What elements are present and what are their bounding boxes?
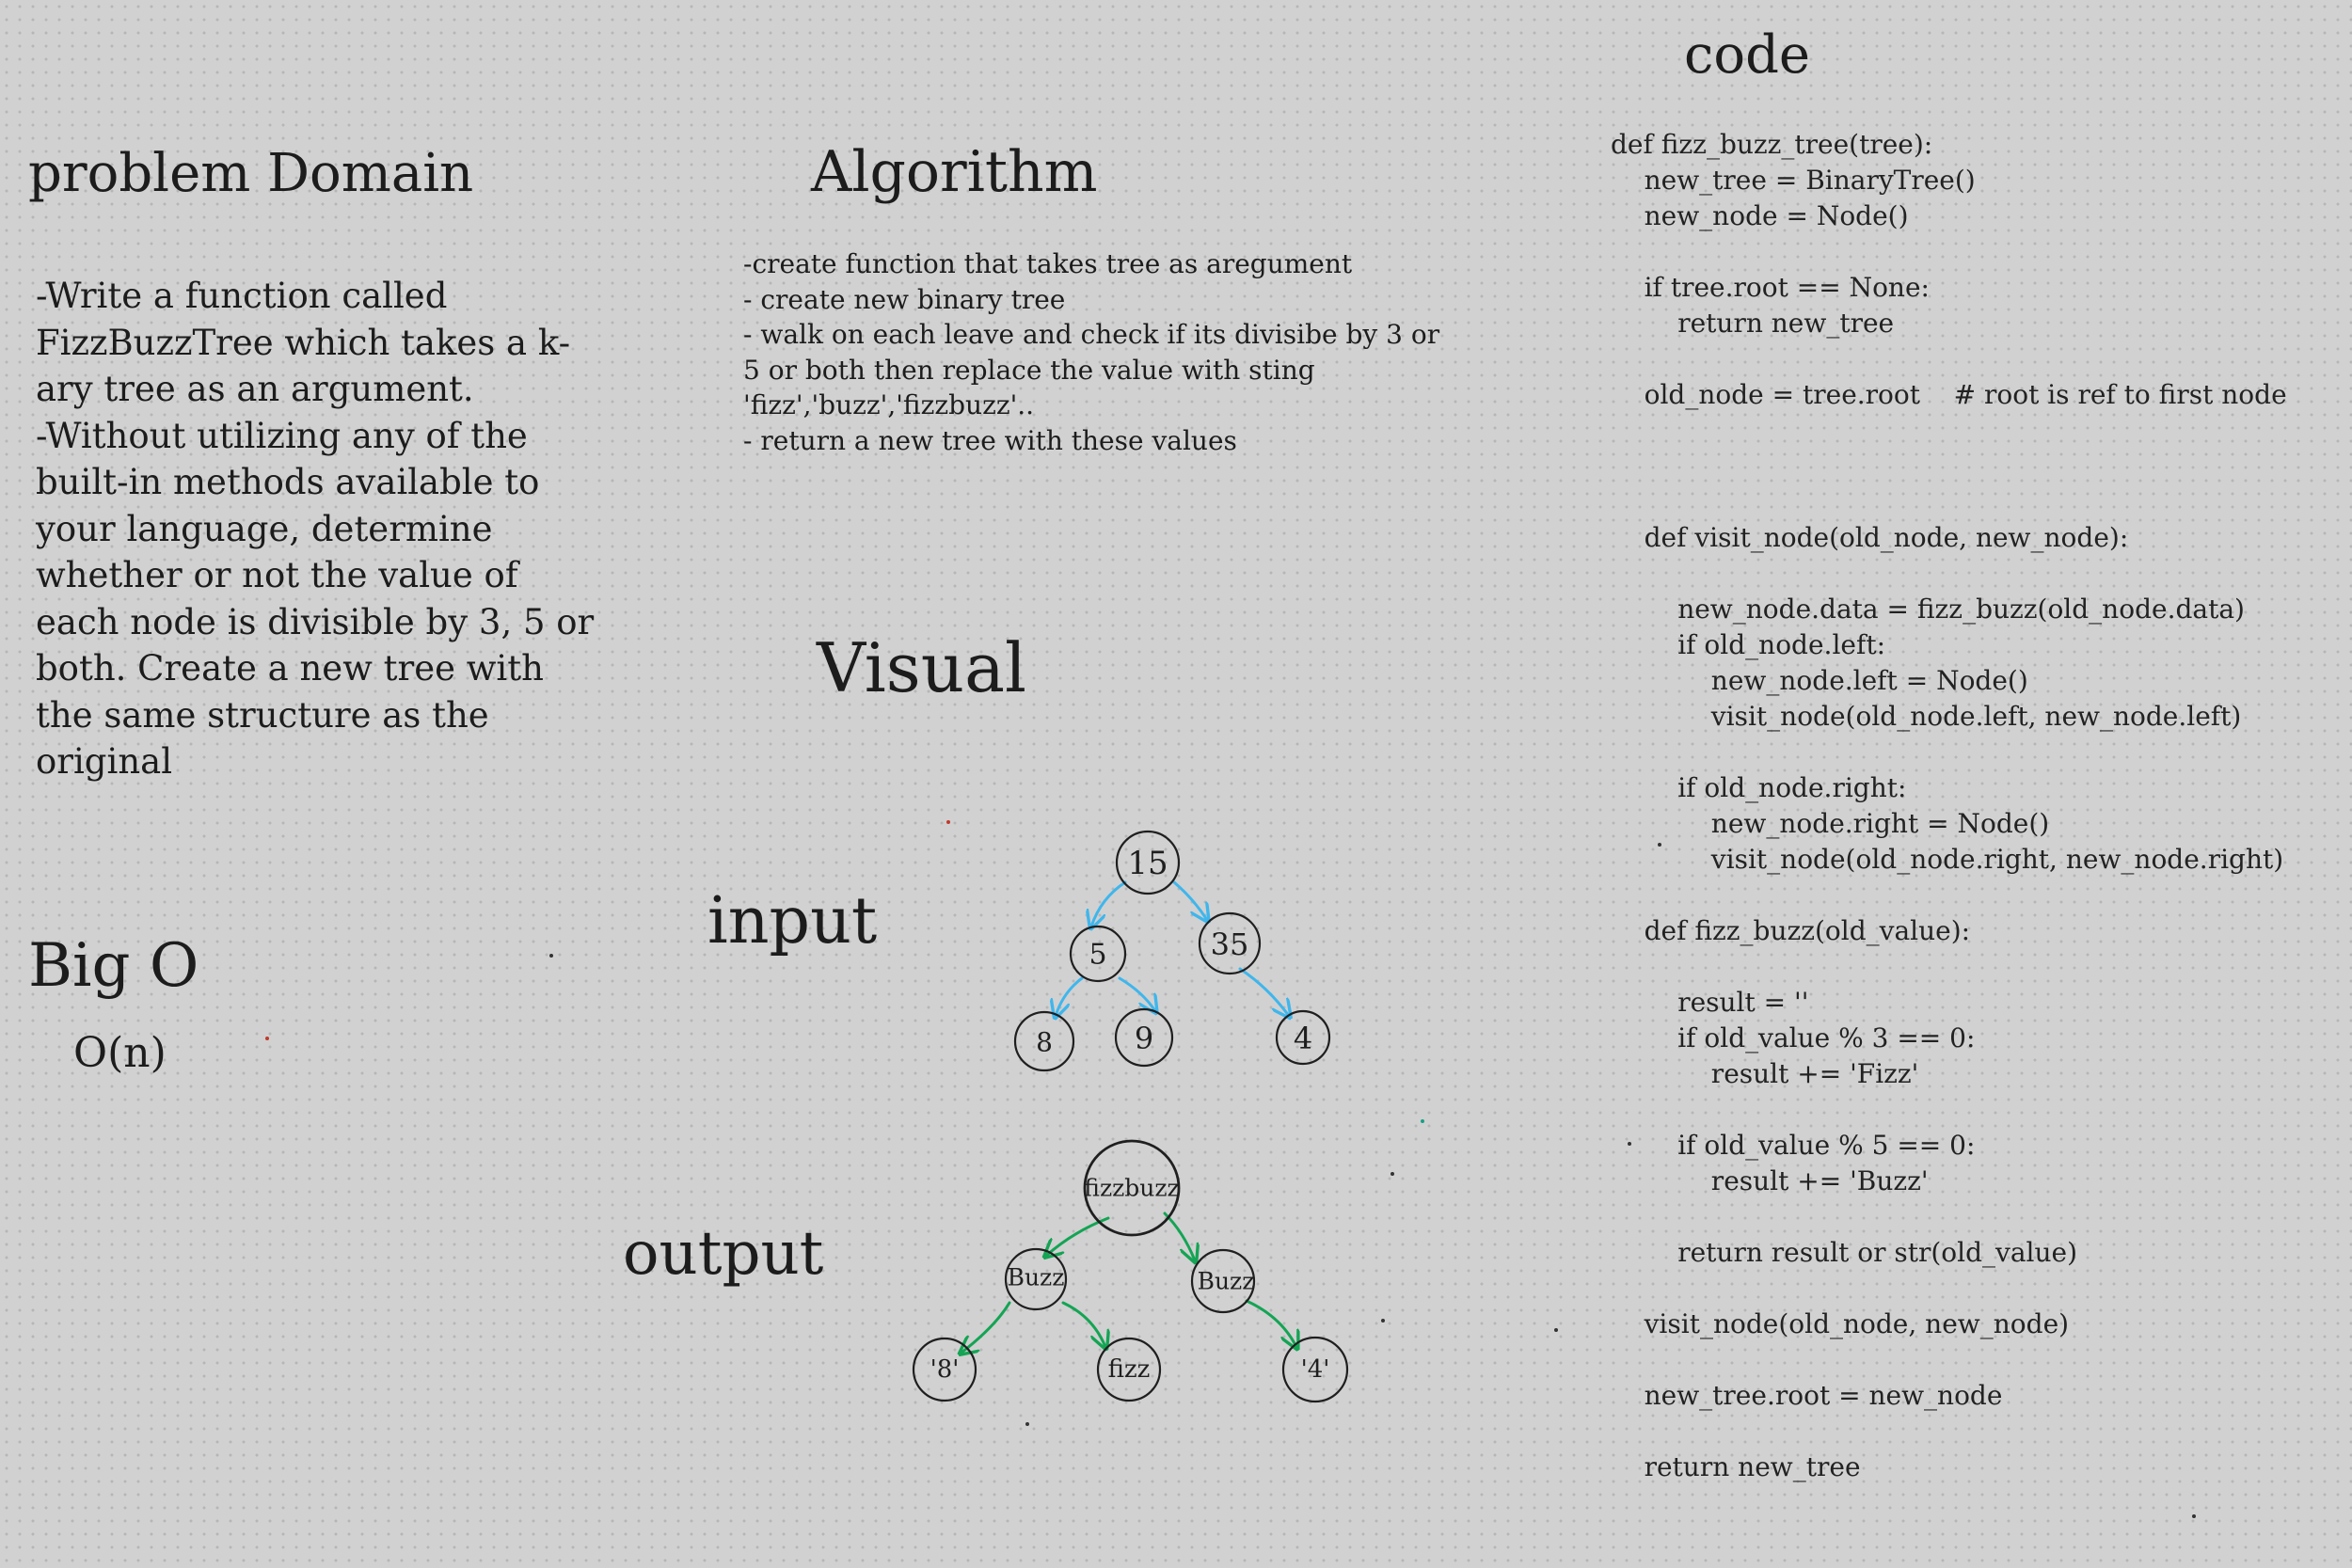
output-node-left-left-label: '8' xyxy=(930,1355,960,1384)
input-tree: 15 5 35 8 9 4 xyxy=(1013,830,1331,1072)
input-node-right-label: 35 xyxy=(1211,927,1249,962)
tree-node: 9 xyxy=(1114,1007,1174,1068)
output-edge-left-right xyxy=(1061,1301,1105,1347)
output-edge-root-left xyxy=(1046,1216,1110,1256)
tree-node: fizzbuzz xyxy=(1083,1139,1181,1237)
tree-node: fizz xyxy=(1096,1337,1162,1402)
tree-diagrams: 15 5 35 8 9 4 fizzbuzz Buzz Buzz '8' fiz… xyxy=(912,830,1349,1403)
speck xyxy=(1391,1172,1394,1176)
input-node-left-left-label: 8 xyxy=(1036,1027,1053,1058)
output-edge-right-right xyxy=(1245,1299,1296,1347)
output-edge-root-right xyxy=(1163,1212,1195,1260)
speck xyxy=(946,820,950,824)
speck xyxy=(1381,1319,1385,1323)
tree-node: Buzz xyxy=(1004,1247,1068,1311)
input-edge-left-left xyxy=(1056,976,1084,1016)
input-edge-left-right xyxy=(1118,976,1155,1011)
speck xyxy=(1421,1119,1424,1123)
tree-node: 4 xyxy=(1275,1009,1331,1066)
tree-node: 8 xyxy=(1013,1010,1075,1072)
tree-node: '8' xyxy=(912,1337,977,1402)
input-node-left-right-label: 9 xyxy=(1135,1021,1153,1056)
speck xyxy=(265,1037,269,1040)
input-node-left-label: 5 xyxy=(1089,939,1106,972)
output-node-left-right-label: fizz xyxy=(1108,1355,1151,1384)
output-tree: fizzbuzz Buzz Buzz '8' fizz '4' xyxy=(912,1139,1349,1403)
speck xyxy=(549,954,553,958)
input-node-root-label: 15 xyxy=(1127,845,1168,882)
output-edge-left-left xyxy=(961,1301,1011,1353)
tree-node: 35 xyxy=(1198,911,1262,975)
input-node-right-right-label: 4 xyxy=(1294,1021,1312,1056)
output-node-right-label: Buzz xyxy=(1198,1268,1255,1295)
input-edge-root-right xyxy=(1172,880,1207,920)
tree-node: Buzz xyxy=(1190,1248,1256,1314)
speck xyxy=(1628,1142,1631,1146)
output-node-right-right-label: '4' xyxy=(1301,1355,1330,1384)
speck xyxy=(1554,1328,1558,1332)
output-node-root-label: fizzbuzz xyxy=(1084,1175,1179,1202)
input-edge-right-right xyxy=(1238,967,1289,1016)
tree-node: '4' xyxy=(1281,1336,1349,1403)
tree-node: 15 xyxy=(1115,830,1181,895)
speck xyxy=(1025,1422,1029,1426)
input-edge-root-left xyxy=(1091,880,1127,927)
speck xyxy=(2192,1514,2196,1518)
tree-node: 5 xyxy=(1069,925,1127,983)
speck xyxy=(1658,843,1661,847)
output-node-left-label: Buzz xyxy=(1008,1264,1065,1291)
